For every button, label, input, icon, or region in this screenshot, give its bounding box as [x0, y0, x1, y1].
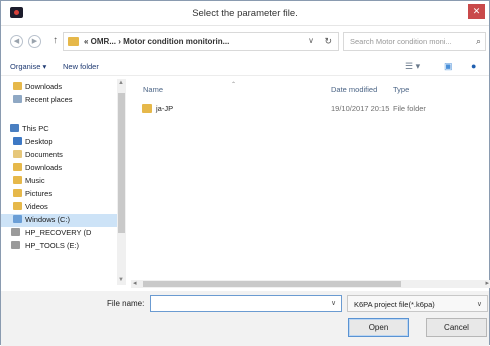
search-icon[interactable]: ⌕ — [476, 36, 481, 47]
folder-icon — [68, 37, 79, 46]
address-bar[interactable]: « OMR... › Motor condition monitorin... … — [63, 32, 339, 51]
command-bar: Organise ▾ New folder ☰ ▾ ▣ ● — [1, 57, 489, 76]
new-folder-button[interactable]: New folder — [63, 62, 99, 71]
refresh-button[interactable]: ↻ — [324, 36, 332, 47]
pictures-icon — [13, 189, 22, 197]
up-button[interactable]: ↑ — [53, 35, 58, 46]
nav-item-desktop[interactable]: Desktop — [1, 136, 119, 149]
nav-scrollbar-thumb[interactable] — [118, 93, 125, 233]
search-input[interactable]: Search Motor condition moni... — [350, 37, 452, 46]
preview-pane-icon[interactable]: ▣ — [444, 61, 453, 72]
help-icon[interactable]: ● — [471, 61, 476, 71]
nav-scrollbar[interactable] — [117, 79, 126, 285]
chevron-down-icon[interactable]: ∨ — [331, 299, 336, 307]
column-header-date[interactable]: Date modified — [331, 85, 377, 94]
search-box[interactable]: Search Motor condition moni... ⌕ — [343, 32, 486, 51]
navigation-pane: Downloads Recent places This PC Desktop … — [1, 79, 129, 287]
close-button[interactable]: ✕ — [468, 4, 485, 19]
view-options-icon[interactable]: ☰ ▾ — [405, 61, 420, 72]
nav-item-this-pc[interactable]: This PC — [1, 123, 119, 136]
nav-item-hp-tools[interactable]: HP_TOOLS (E:) — [1, 240, 119, 253]
bottom-panel: File name: ∨ K6PA project file(*.k6pa) ∨… — [1, 291, 489, 346]
horizontal-scrollbar-thumb[interactable] — [143, 281, 401, 287]
desktop-icon — [13, 137, 22, 145]
drive-icon — [11, 241, 20, 249]
recent-places-icon — [13, 95, 22, 103]
column-header-name[interactable]: Name — [143, 85, 163, 94]
documents-icon — [13, 150, 22, 158]
column-header-type[interactable]: Type — [393, 85, 409, 94]
folder-icon — [142, 104, 152, 113]
nav-item-recent-places[interactable]: Recent places — [1, 94, 119, 107]
open-button[interactable]: Open — [348, 318, 409, 337]
nav-item-videos[interactable]: Videos — [1, 201, 119, 214]
nav-item-downloads-pc[interactable]: Downloads — [1, 162, 119, 175]
cancel-button[interactable]: Cancel — [426, 318, 487, 337]
nav-item-windows-c[interactable]: Windows (C:) — [1, 214, 119, 227]
videos-icon — [13, 202, 22, 210]
scroll-up-icon[interactable]: ▲ — [118, 80, 124, 86]
address-row: ◀ ▶ ↑ « OMR... › Motor condition monitor… — [1, 29, 489, 54]
sort-caret-icon: ⌃ — [231, 82, 237, 88]
file-open-dialog: Select the parameter file. ✕ ◀ ▶ ↑ « OMR… — [0, 0, 490, 346]
file-name-input[interactable] — [150, 295, 342, 312]
title-bar: Select the parameter file. ✕ — [1, 1, 489, 26]
scroll-right-icon[interactable]: ▸ — [485, 279, 489, 287]
downloads-icon — [13, 163, 22, 171]
address-path[interactable]: « OMR... › Motor condition monitorin... — [84, 37, 229, 46]
scroll-left-icon[interactable]: ◂ — [133, 279, 137, 287]
organise-menu[interactable]: Organise ▾ — [10, 62, 46, 71]
horizontal-scrollbar[interactable]: ◂ ▸ — [131, 280, 490, 288]
file-type-filter[interactable]: K6PA project file(*.k6pa) ∨ — [347, 295, 488, 312]
dialog-title: Select the parameter file. — [192, 8, 298, 19]
forward-button[interactable]: ▶ — [28, 35, 41, 48]
nav-item-music[interactable]: Music — [1, 175, 119, 188]
chevron-down-icon[interactable]: ∨ — [308, 36, 314, 45]
nav-item-pictures[interactable]: Pictures — [1, 188, 119, 201]
drive-c-icon — [13, 215, 22, 223]
scroll-down-icon[interactable]: ▼ — [118, 277, 124, 283]
this-pc-icon — [10, 124, 19, 132]
row-date: 19/10/2017 20:15 — [331, 104, 390, 113]
file-type-filter-value: K6PA project file(*.k6pa) — [354, 300, 435, 309]
nav-item-downloads[interactable]: Downloads — [1, 81, 119, 94]
back-button[interactable]: ◀ — [10, 35, 23, 48]
drive-icon — [11, 228, 20, 236]
nav-item-hp-recovery[interactable]: HP_RECOVERY (D — [1, 227, 119, 240]
downloads-icon — [13, 82, 22, 90]
row-type: File folder — [393, 104, 426, 113]
nav-item-documents[interactable]: Documents — [1, 149, 119, 162]
row-name[interactable]: ja-JP — [156, 104, 173, 113]
file-name-label: File name: — [107, 299, 145, 308]
music-icon — [13, 176, 22, 184]
file-list: ⌃ Name Date modified Type ja-JP 19/10/20… — [131, 79, 490, 275]
chevron-down-icon: ∨ — [476, 301, 482, 308]
